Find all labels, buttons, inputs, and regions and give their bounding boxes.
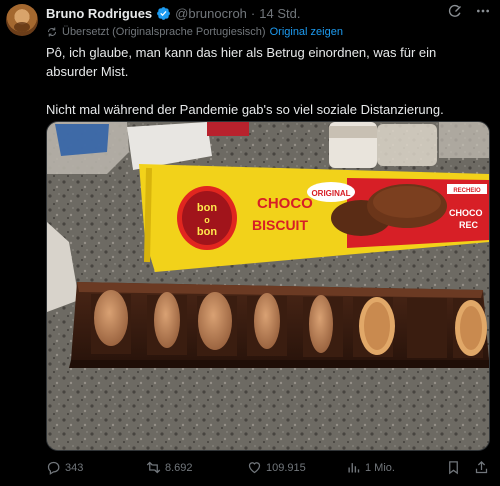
- like-button[interactable]: 109.915: [247, 460, 306, 475]
- like-count: 109.915: [266, 461, 306, 474]
- top-actions: [446, 2, 492, 20]
- bookmark-button[interactable]: [446, 460, 461, 475]
- tweet-text: Pô, ich glaube, man kann das hier als Be…: [46, 43, 486, 119]
- author-name[interactable]: Bruno Rodrigues: [46, 6, 152, 21]
- reply-count: 343: [65, 461, 84, 474]
- translate-icon: [48, 27, 56, 37]
- tweet-photo[interactable]: bon o bon CHOCO BISCUIT ORIGINAL RECHEIO…: [46, 121, 490, 451]
- timestamp[interactable]: 14 Std.: [259, 6, 300, 21]
- brand-text: bon: [197, 226, 217, 238]
- reply-icon: [47, 461, 60, 475]
- bookmark-icon: [449, 461, 458, 475]
- translation-label: Übersetzt (Originalsprache Portugiesisch…: [62, 26, 266, 38]
- share-button[interactable]: [474, 460, 489, 475]
- product-name: CHOCO: [257, 195, 313, 212]
- author-handle[interactable]: @brunocroh: [175, 6, 247, 21]
- views-button[interactable]: 1 Mio.: [346, 460, 395, 475]
- show-original-link[interactable]: Original zeigen: [270, 26, 343, 38]
- views-icon: [348, 463, 360, 473]
- separator: ·: [250, 5, 256, 21]
- side-text: REC: [459, 220, 479, 230]
- product-name: BISCUIT: [252, 217, 308, 233]
- side-text: CHOCO: [449, 208, 483, 218]
- repost-icon: [146, 461, 161, 474]
- tag-text: RECHEIO: [453, 188, 481, 194]
- tweet-actions: 343 8.692 109.915 1 Mio.: [46, 460, 490, 478]
- tweet-text-line: Pô, ich glaube, man kann das hier als Be…: [46, 45, 437, 79]
- more-icon[interactable]: [474, 2, 492, 20]
- tweet-text-line: Nicht mal während der Pandemie gab's so …: [46, 102, 444, 117]
- views-count: 1 Mio.: [365, 461, 395, 474]
- verified-badge-icon: [157, 6, 171, 20]
- heart-icon: [248, 462, 261, 474]
- photo-biscuit-package: bon o bon CHOCO BISCUIT ORIGINAL RECHEIO…: [47, 122, 489, 450]
- tweet[interactable]: Bruno Rodrigues @brunocroh · 14 Std. Übe…: [0, 0, 500, 486]
- tweet-header: Bruno Rodrigues @brunocroh · 14 Std.: [46, 4, 300, 22]
- brand-text: bon: [197, 202, 217, 214]
- share-icon: [475, 460, 488, 474]
- tray-slots: [91, 294, 483, 358]
- brand-text: o: [204, 215, 210, 225]
- avatar[interactable]: [6, 4, 38, 36]
- grok-icon[interactable]: [446, 2, 464, 20]
- translation-note: Übersetzt (Originalsprache Portugiesisch…: [46, 26, 343, 38]
- repost-count: 8.692: [165, 461, 193, 474]
- reply-button[interactable]: 343: [46, 460, 83, 475]
- badge-text: ORIGINAL: [311, 189, 350, 198]
- repost-button[interactable]: 8.692: [146, 460, 193, 475]
